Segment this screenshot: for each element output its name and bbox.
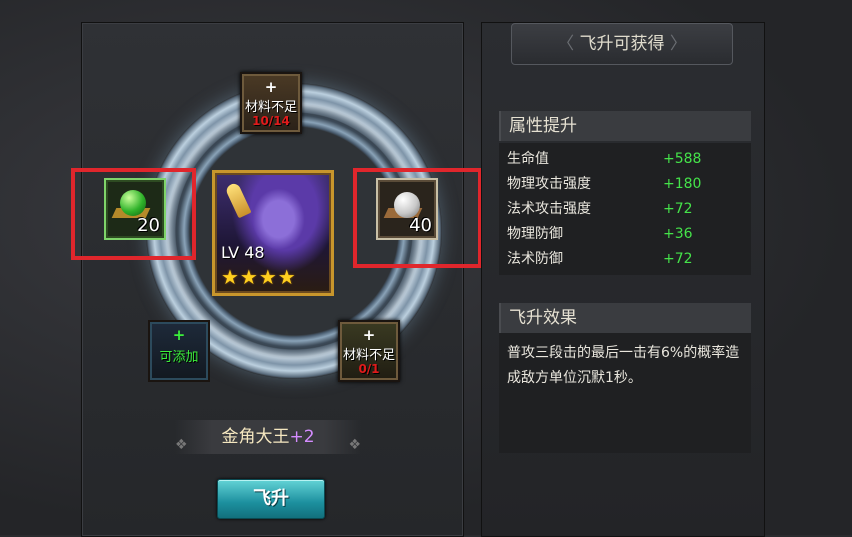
stat-value: +72	[663, 251, 693, 267]
stat-name: 物理攻击强度	[507, 176, 591, 192]
hero-level: LV 48	[221, 243, 265, 262]
hero-stars: ★★★★	[221, 265, 297, 289]
effect-box: 普攻三段击的最后一击有6%的概率造成敌方单位沉默1秒。	[499, 333, 751, 453]
stat-row: 物理攻击强度 +180	[507, 172, 747, 197]
stat-name: 法术防御	[507, 251, 563, 267]
stat-name: 法术攻击强度	[507, 201, 591, 217]
stat-value: +180	[663, 176, 702, 192]
stat-row: 物理防御 +36	[507, 222, 747, 247]
ornament-right-icon: ❖	[348, 437, 361, 453]
stat-value: +72	[663, 201, 693, 217]
effect-description: 普攻三段击的最后一击有6%的概率造成敌方单位沉默1秒。	[507, 345, 740, 386]
rewards-panel	[481, 22, 765, 537]
slot-count: 10/14	[252, 114, 290, 128]
hero-card[interactable]: LV 48 ★★★★	[212, 170, 334, 296]
ornament-left-icon: ❖	[175, 437, 188, 453]
slot-count: 0/1	[358, 362, 380, 376]
ornament-right-icon: 〉	[664, 34, 687, 54]
slot-status: 材料不足	[244, 100, 297, 115]
stat-row: 法术防御 +72	[507, 247, 747, 272]
stats-list: 生命值 +588 物理攻击强度 +180 法术攻击强度 +72 物理防御 +36…	[499, 143, 751, 275]
slot-status: 可添加	[159, 350, 199, 365]
rewards-header: 〈 飞升可获得 〉	[511, 23, 733, 65]
plus-icon: +	[362, 326, 376, 344]
stat-row: 法术攻击强度 +72	[507, 197, 747, 222]
stat-name: 生命值	[507, 151, 549, 167]
stat-value: +36	[663, 226, 693, 242]
ornament-left-icon: 〈	[557, 34, 580, 54]
plus-icon: +	[264, 78, 278, 96]
hero-name: 金角大王	[221, 427, 290, 447]
highlight-box	[71, 168, 196, 260]
material-slot-bottom-right[interactable]: + 材料不足 0/1	[338, 320, 400, 382]
hero-name-bar: ❖ 金角大王+2 ❖	[175, 420, 361, 454]
stat-value: +588	[663, 151, 702, 167]
material-slot-bottom-left[interactable]: + 可添加	[148, 320, 210, 382]
material-slot-top[interactable]: + 材料不足 10/14	[240, 72, 302, 134]
slot-status: 材料不足	[342, 348, 395, 363]
stat-row: 生命值 +588	[507, 147, 747, 172]
stat-name: 物理防御	[507, 226, 563, 242]
plus-icon: +	[172, 326, 186, 344]
highlight-box	[353, 168, 482, 268]
hero-plus-level: +2	[289, 427, 315, 447]
ascend-button[interactable]: 飞升	[217, 479, 325, 519]
attributes-section-title: 属性提升	[499, 111, 751, 141]
rewards-title: 飞升可获得	[579, 34, 665, 54]
effect-section-title: 飞升效果	[499, 303, 751, 333]
